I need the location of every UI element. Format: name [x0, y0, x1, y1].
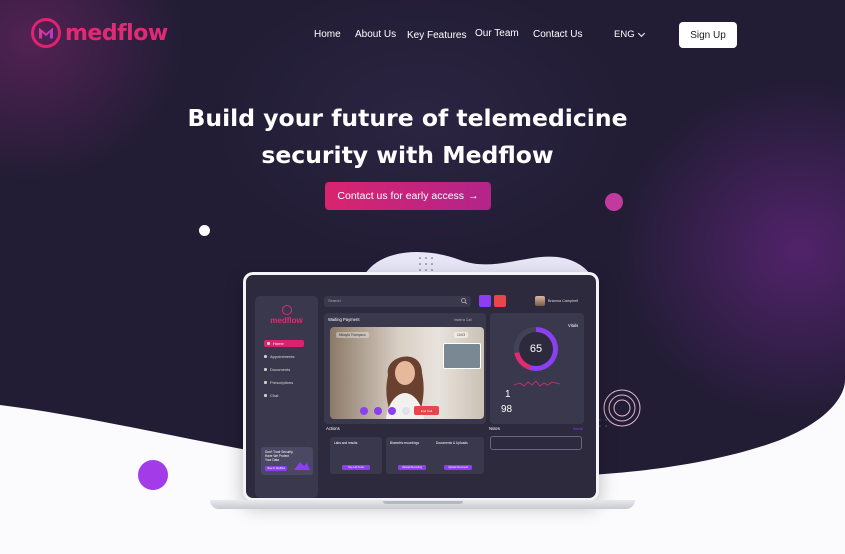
- folder-icon: [264, 368, 267, 371]
- call-timer: 10:03: [454, 332, 468, 338]
- action-card-title: Biometric recordings: [390, 441, 420, 445]
- app-sidebar: medflow Home Appointments Documents Pres…: [255, 296, 318, 498]
- sidebar-item-label: Home: [273, 341, 284, 346]
- hero-title-line1: Build your future of telemedicine: [187, 104, 628, 132]
- end-call-button[interactable]: End Call: [414, 406, 439, 415]
- video-button[interactable]: [494, 295, 506, 307]
- promo-text: Don't Trust Security, Have We Protect Yo…: [265, 450, 294, 462]
- hero-title: Build your future of telemedicine securi…: [0, 100, 815, 174]
- mountain-icon: [294, 462, 310, 470]
- brand-name: medflow: [65, 20, 168, 46]
- sidebar-item-appointments[interactable]: Appointments: [264, 354, 294, 359]
- user-name: Brianna Campbell: [548, 299, 579, 303]
- invite-to-call[interactable]: Invite to Call: [454, 318, 472, 322]
- user-menu[interactable]: Brianna Campbell: [535, 296, 578, 306]
- see-lab-tests-button[interactable]: See Lab Tests: [342, 465, 370, 470]
- sidebar-item-label: Documents: [270, 367, 291, 372]
- screen-share-button[interactable]: [388, 407, 396, 415]
- video-feed: Mikayla Thompson 10:03 End Call: [330, 327, 484, 419]
- early-access-button[interactable]: Contact us for early access →: [325, 182, 491, 210]
- upload-recording-button[interactable]: Upload Recording: [398, 465, 426, 470]
- action-card-labs: Labs and results See Lab Tests: [330, 437, 382, 474]
- promo-card: Don't Trust Security, Have We Protect Yo…: [261, 447, 313, 475]
- nav-link-features[interactable]: Key Features: [407, 30, 466, 41]
- app-screen: medflow Home Appointments Documents Pres…: [246, 275, 596, 498]
- laptop-notch: [383, 501, 463, 504]
- heart-rate-value: 65: [519, 332, 553, 366]
- caller-name: Mikayla Thompson: [336, 332, 369, 338]
- sidebar-item-label: Chat: [270, 393, 279, 398]
- action-card-biometrics: Biometric recordings Upload Recording: [386, 437, 438, 474]
- sidebar-item-home[interactable]: Home: [264, 340, 304, 347]
- heart-rate-chart: [514, 380, 560, 387]
- more-options-button[interactable]: [402, 407, 410, 415]
- sidebar-item-documents[interactable]: Documents: [264, 367, 290, 372]
- vitals-title: Vitals: [568, 323, 579, 328]
- medflow-logo-icon: [31, 18, 61, 48]
- nav-link-team[interactable]: Our Team: [475, 28, 519, 39]
- camera-button[interactable]: [374, 407, 382, 415]
- chevron-down-icon: [637, 29, 645, 37]
- cta-label: Contact us for early access: [337, 190, 465, 202]
- decor-dot-purple: [138, 460, 168, 490]
- mic-button[interactable]: [360, 407, 368, 415]
- laptop-mockup: medflow Home Appointments Documents Pres…: [243, 272, 599, 501]
- sidebar-item-chat[interactable]: Chat: [264, 393, 278, 398]
- app-logo: medflow: [255, 305, 318, 325]
- phone-button[interactable]: [479, 295, 491, 307]
- notes-title: Notes: [489, 426, 500, 431]
- app-brand: medflow: [270, 316, 303, 325]
- search-bar[interactable]: Search: [324, 296, 471, 307]
- doctor-pip-video: [443, 343, 481, 369]
- hero-title-line2: security with Medflow: [261, 141, 554, 169]
- decor-dot-white: [199, 225, 210, 236]
- nav-link-contact[interactable]: Contact Us: [533, 29, 582, 40]
- sidebar-item-prescriptions[interactable]: Prescriptions: [264, 380, 293, 385]
- action-card-documents: Documents & Uploads Upload Document: [432, 437, 484, 474]
- language-selector[interactable]: ENG: [614, 29, 645, 40]
- decor-dot-magenta: [605, 193, 623, 211]
- sidebar-item-label: Prescriptions: [270, 380, 294, 385]
- call-header: Waiting Payment: [328, 317, 360, 322]
- vital-stat-1: 1: [505, 389, 511, 400]
- sidebar-item-label: Appointments: [270, 354, 295, 359]
- nav-link-home[interactable]: Home: [314, 29, 341, 40]
- search-icon: [461, 298, 467, 304]
- action-card-title: Documents & Uploads: [436, 441, 468, 445]
- note-item[interactable]: [490, 455, 582, 469]
- home-icon: [267, 342, 270, 345]
- signup-button[interactable]: Sign Up: [679, 22, 737, 48]
- actions-title: Actions: [326, 426, 340, 431]
- vital-stat-2: 98: [501, 404, 513, 415]
- nav-link-about[interactable]: About Us: [355, 29, 396, 40]
- language-value: ENG: [614, 29, 635, 40]
- chat-icon: [264, 394, 267, 397]
- calendar-icon: [264, 355, 267, 358]
- upload-document-button[interactable]: Upload Document: [444, 465, 472, 470]
- pill-icon: [264, 381, 267, 384]
- search-input[interactable]: Search: [328, 298, 341, 303]
- promo-button[interactable]: View in Medflow: [265, 466, 287, 471]
- notes-see-all-link[interactable]: See All: [573, 427, 583, 431]
- brand-logo[interactable]: medflow: [31, 18, 168, 48]
- note-item[interactable]: [490, 436, 582, 450]
- action-card-title: Labs and results: [334, 441, 358, 445]
- arrow-right-icon: →: [468, 190, 479, 202]
- avatar: [535, 296, 545, 306]
- heart-rate-gauge: 65: [514, 327, 558, 371]
